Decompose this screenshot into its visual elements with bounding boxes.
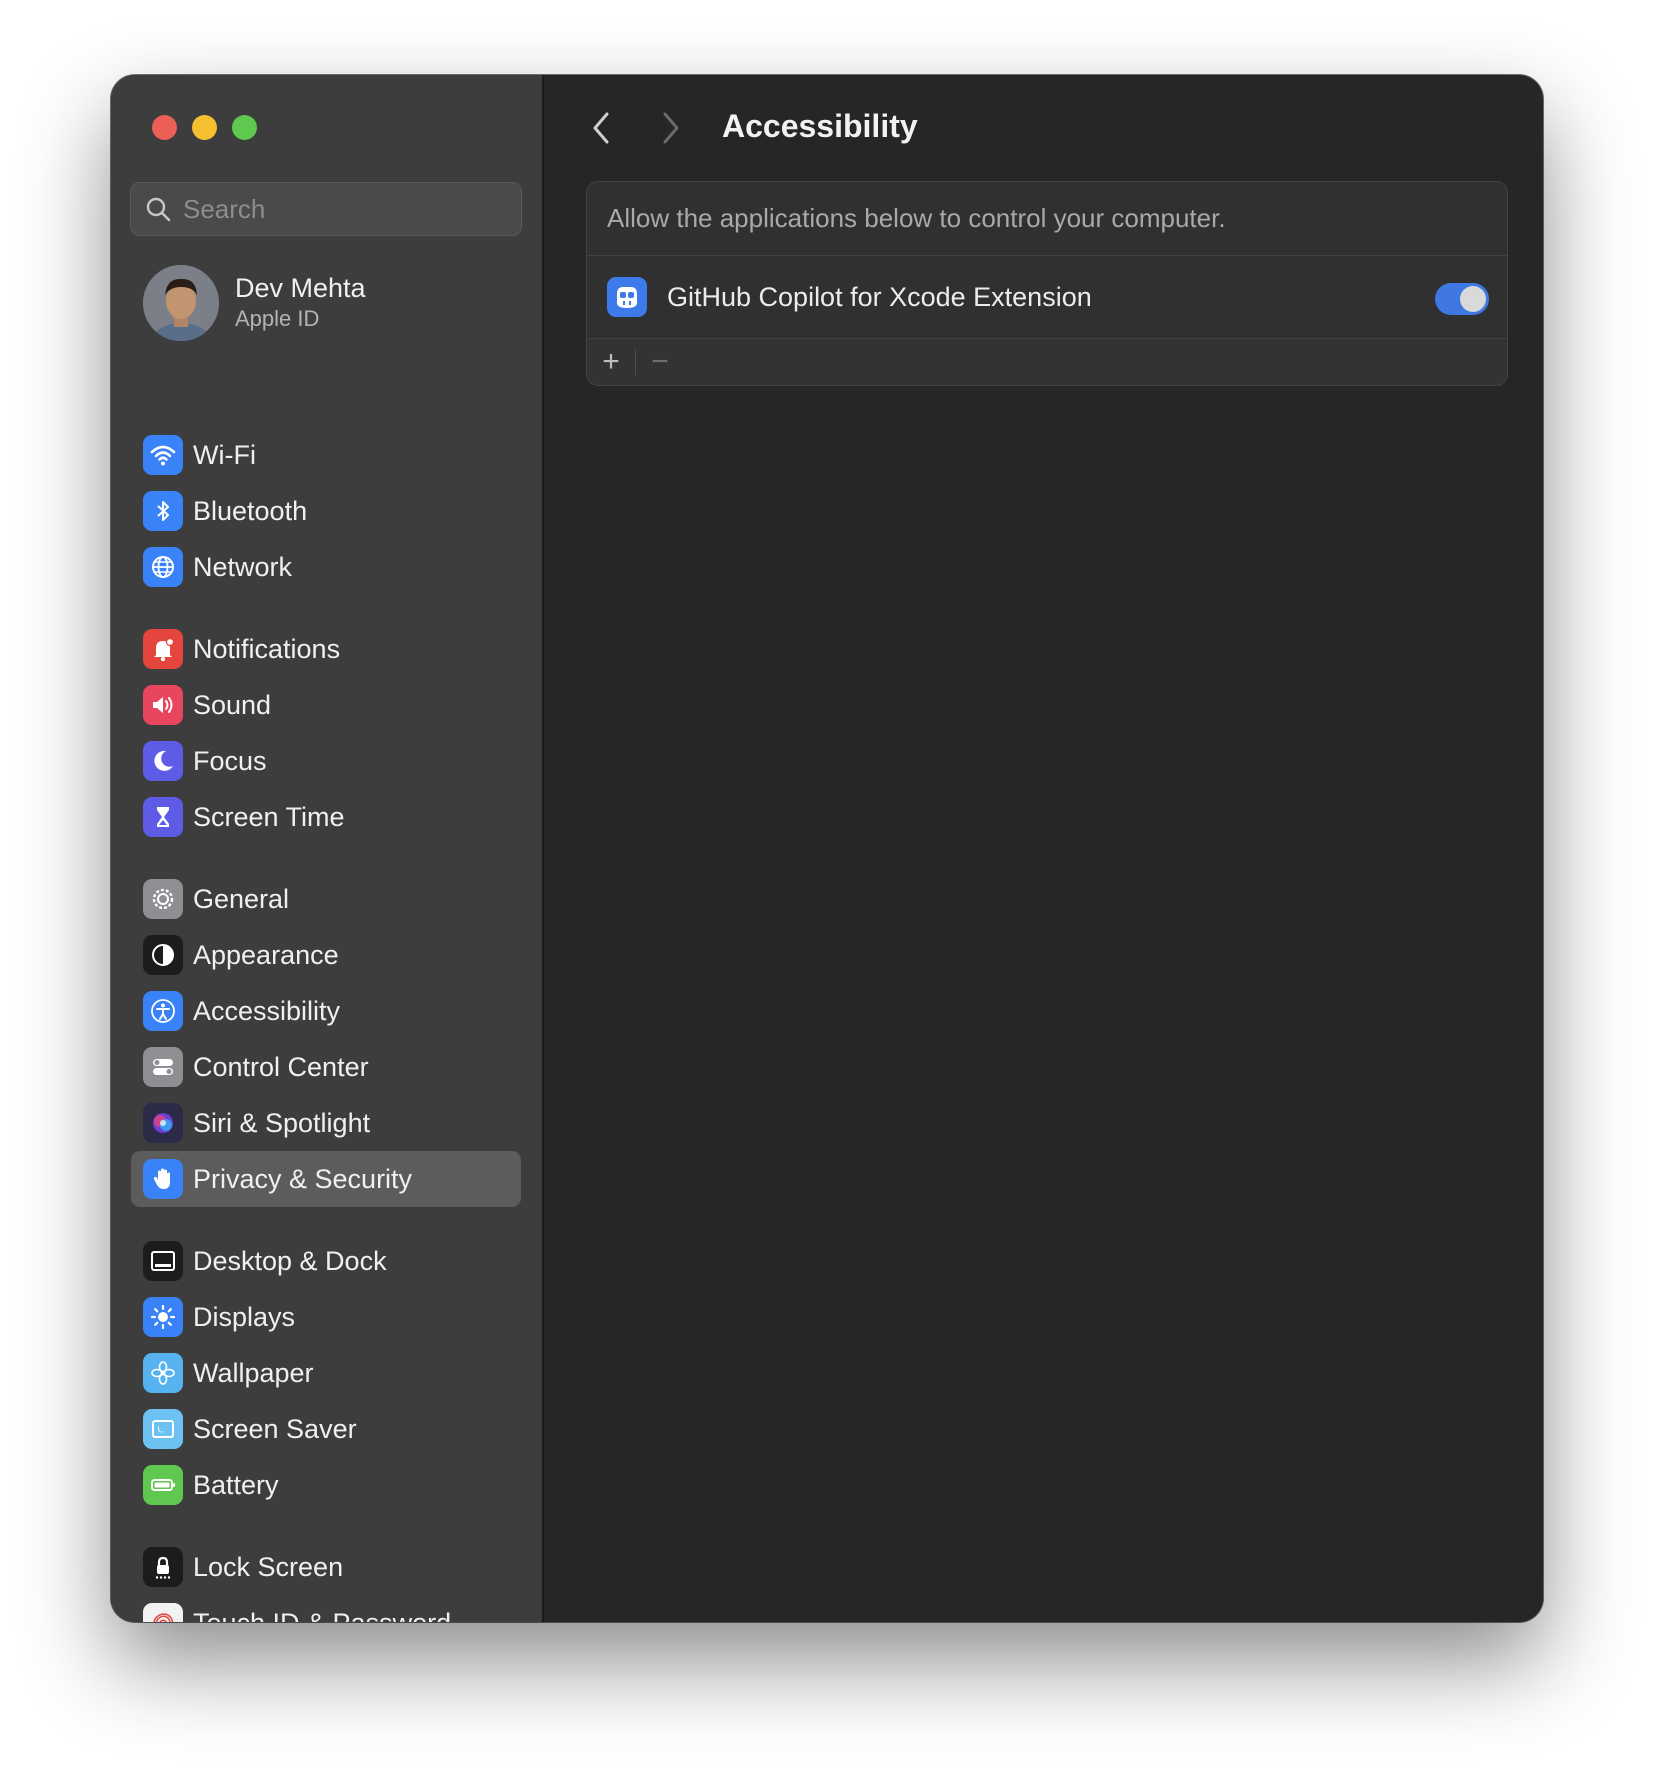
- sidebar-item-screen-saver[interactable]: Screen Saver: [131, 1401, 521, 1457]
- sidebar-item-label: Screen Saver: [193, 1413, 357, 1444]
- hourglass-icon: [143, 797, 183, 837]
- accessibility-icon: [143, 991, 183, 1031]
- speaker-icon: [143, 685, 183, 725]
- sidebar-item-wifi[interactable]: Wi-Fi: [131, 427, 521, 483]
- sidebar-item-label: Displays: [193, 1301, 296, 1332]
- sidebar-item-label: Notifications: [193, 633, 341, 664]
- copilot-icon: [607, 277, 647, 317]
- sidebar-nav: Wi-Fi Bluetooth Network Notifications So…: [131, 427, 521, 1622]
- search-input[interactable]: [181, 192, 505, 226]
- sidebar-item-label: Screen Time: [193, 801, 345, 832]
- settings-window: Dev Mehta Apple ID Wi-Fi Bluetooth: [111, 75, 1543, 1622]
- sidebar-item-general[interactable]: General: [131, 871, 521, 927]
- profile-name: Dev Mehta: [235, 273, 366, 303]
- sidebar-item-label: Battery: [193, 1469, 279, 1500]
- sidebar-item-touch-id-password[interactable]: Touch ID & Password: [131, 1595, 521, 1622]
- accessibility-apps-panel: Allow the applications below to control …: [586, 181, 1508, 386]
- minimize-window-button[interactable]: [192, 115, 217, 140]
- main-content: Accessibility Allow the applications bel…: [544, 75, 1543, 1622]
- page-title: Accessibility: [722, 108, 918, 144]
- apple-id-profile[interactable]: Dev Mehta Apple ID: [143, 265, 366, 341]
- sidebar-item-label: Sound: [193, 689, 272, 720]
- panel-footer: + −: [587, 339, 1507, 385]
- search-field[interactable]: [130, 182, 522, 236]
- chevron-right-icon: [663, 112, 679, 144]
- sidebar-item-displays[interactable]: Displays: [131, 1289, 521, 1345]
- screen-saver-icon: [143, 1409, 183, 1449]
- sidebar-item-appearance[interactable]: Appearance: [131, 927, 521, 983]
- globe-icon: [143, 547, 183, 587]
- toolbar: Accessibility: [544, 75, 1543, 175]
- app-permission-toggle[interactable]: [1435, 283, 1489, 315]
- sidebar-item-lock-screen[interactable]: Lock Screen: [131, 1539, 521, 1595]
- sidebar-item-label: Bluetooth: [193, 495, 308, 526]
- bell-icon: [143, 629, 183, 669]
- sidebar-item-siri-spotlight[interactable]: Siri & Spotlight: [131, 1095, 521, 1151]
- back-button[interactable]: [586, 108, 616, 148]
- lock-icon: [143, 1547, 183, 1587]
- flower-icon: [143, 1353, 183, 1393]
- sidebar-item-accessibility[interactable]: Accessibility: [131, 983, 521, 1039]
- moon-icon: [143, 741, 183, 781]
- dock-icon: [143, 1241, 183, 1281]
- app-name: GitHub Copilot for Xcode Extension: [667, 281, 1092, 312]
- sidebar-item-network[interactable]: Network: [131, 539, 521, 595]
- battery-icon: [143, 1465, 183, 1505]
- sidebar-item-battery[interactable]: Battery: [131, 1457, 521, 1513]
- search-icon: [146, 197, 171, 222]
- sidebar-item-label: Control Center: [193, 1051, 369, 1082]
- profile-subtitle: Apple ID: [235, 306, 320, 331]
- sidebar: Dev Mehta Apple ID Wi-Fi Bluetooth: [111, 75, 544, 1622]
- sidebar-item-label: Lock Screen: [193, 1551, 344, 1582]
- toggle-knob: [1460, 286, 1486, 312]
- sidebar-item-label: Wallpaper: [193, 1357, 314, 1388]
- hand-icon: [143, 1159, 183, 1199]
- forward-button[interactable]: [656, 108, 686, 148]
- panel-description: Allow the applications below to control …: [587, 182, 1507, 256]
- sidebar-item-label: Privacy & Security: [193, 1163, 413, 1194]
- sidebar-item-notifications[interactable]: Notifications: [131, 621, 521, 677]
- sun-icon: [143, 1297, 183, 1337]
- sidebar-item-desktop-dock[interactable]: Desktop & Dock: [131, 1233, 521, 1289]
- traffic-lights: [152, 115, 257, 140]
- sidebar-item-sound[interactable]: Sound: [131, 677, 521, 733]
- sidebar-item-label: Siri & Spotlight: [193, 1107, 371, 1138]
- chevron-left-icon: [593, 112, 609, 144]
- toggles-icon: [143, 1047, 183, 1087]
- appearance-icon: [143, 935, 183, 975]
- siri-icon: [143, 1103, 183, 1143]
- sidebar-item-bluetooth[interactable]: Bluetooth: [131, 483, 521, 539]
- gear-icon: [143, 879, 183, 919]
- remove-app-button[interactable]: −: [636, 339, 684, 385]
- sidebar-item-label: General: [193, 883, 290, 914]
- wifi-icon: [143, 435, 183, 475]
- app-row: GitHub Copilot for Xcode Extension: [587, 256, 1507, 339]
- bluetooth-icon: [143, 491, 183, 531]
- sidebar-item-label: Wi-Fi: [193, 439, 256, 470]
- sidebar-item-label: Focus: [193, 745, 267, 776]
- sidebar-item-focus[interactable]: Focus: [131, 733, 521, 789]
- sidebar-item-privacy-security[interactable]: Privacy & Security: [131, 1151, 521, 1207]
- sidebar-item-label: Appearance: [193, 939, 339, 970]
- close-window-button[interactable]: [152, 115, 177, 140]
- sidebar-item-control-center[interactable]: Control Center: [131, 1039, 521, 1095]
- avatar: [143, 265, 219, 341]
- sidebar-item-screen-time[interactable]: Screen Time: [131, 789, 521, 845]
- sidebar-item-label: Desktop & Dock: [193, 1245, 387, 1276]
- sidebar-item-wallpaper[interactable]: Wallpaper: [131, 1345, 521, 1401]
- add-app-button[interactable]: +: [587, 339, 635, 385]
- fingerprint-icon: [143, 1603, 183, 1622]
- sidebar-item-label: Network: [193, 551, 293, 582]
- sidebar-item-label: Touch ID & Password: [193, 1608, 451, 1623]
- maximize-window-button[interactable]: [232, 115, 257, 140]
- sidebar-item-label: Accessibility: [193, 995, 341, 1026]
